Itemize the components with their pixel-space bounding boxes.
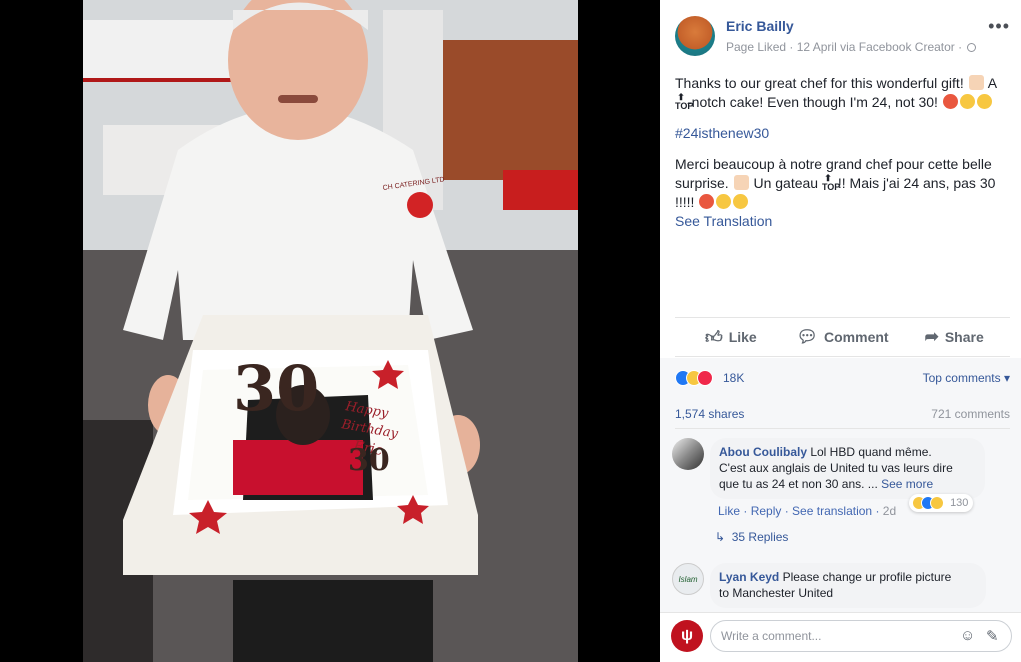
post-meta: Page Liked · 12 April via Facebook Creat… <box>726 40 977 54</box>
share-button[interactable]: ➦ Share <box>898 318 1010 356</box>
cake-small-number-text: 30 <box>348 443 390 478</box>
comment-timestamp[interactable]: 2d <box>883 504 896 518</box>
comment-label: Comment <box>824 329 889 345</box>
globe-icon <box>967 43 977 53</box>
angry-face-emoji-icon <box>699 194 715 209</box>
shares-count-link[interactable]: 1,574 shares <box>675 407 744 421</box>
like-label: Like <box>728 329 757 345</box>
thumbs-up-icon: 👍︎ <box>704 327 723 347</box>
share-label: Share <box>944 329 984 345</box>
photo-illustration: 30 Happy Birthday Eric 30 CH CATERING LT… <box>83 0 578 662</box>
comment-text-line1: Please change ur profile picture <box>779 570 952 584</box>
hashtag-link[interactable]: #24isthenew30 <box>675 125 769 141</box>
top-comments-dropdown[interactable]: Top comments ▾ <box>923 371 1010 385</box>
post-meta-text: Page Liked · 12 April via Facebook Creat… <box>726 40 966 54</box>
page-avatar[interactable] <box>675 16 715 56</box>
comment-see-translation-link[interactable]: See translation <box>792 504 872 518</box>
reactions-summary: 18K Top comments ▾ <box>675 368 1010 388</box>
post-action-bar: 👍︎ Like 💬︎ Comment ➦ Share <box>675 317 1010 357</box>
comments-count-link[interactable]: 721 comments <box>931 407 1010 421</box>
laughing-face-emoji-icon <box>733 194 749 209</box>
post-paragraph-french: Merci beaucoup à notre grand chef pour c… <box>675 155 1010 212</box>
page-name-link[interactable]: Eric Bailly <box>726 18 794 34</box>
commenter-avatar[interactable] <box>672 438 704 470</box>
clapping-hands-emoji-icon <box>733 175 749 190</box>
top-arrow-emoji-icon: ⬆ TOP <box>675 92 694 111</box>
comment-text-line2: to Manchester United <box>719 586 834 600</box>
photo-viewer-stage: 30 Happy Birthday Eric 30 CH CATERING LT… <box>0 0 660 662</box>
comment-bubble: Abou Coulibaly Lol HBD quand même. C'est… <box>710 438 985 499</box>
reply-arrow-icon: ↳ <box>715 530 726 544</box>
replies-label: 35 Replies <box>731 530 789 544</box>
top-arrow-emoji-icon: ⬆ TOP <box>821 173 841 192</box>
clapping-hands-emoji-icon <box>968 75 984 90</box>
comment-text-line3: que tu as 24 et non 30 ans. ... <box>719 477 882 491</box>
post-photo[interactable]: 30 Happy Birthday Eric 30 CH CATERING LT… <box>83 0 578 662</box>
view-replies-link[interactable]: ↳ 35 Replies <box>715 530 788 544</box>
commenter-avatar[interactable]: Islam <box>672 563 704 595</box>
comment-reactions[interactable]: 130 <box>909 494 974 512</box>
love-reaction-icon <box>697 369 713 386</box>
wow-reaction-icon <box>930 496 944 510</box>
post-text-line1c: -notch cake! Even though I'm 24, not 30! <box>687 94 942 110</box>
cake-number-text: 30 <box>233 352 319 425</box>
reaction-icons[interactable] <box>675 369 713 387</box>
post-header: Eric Bailly Page Liked · 12 April via Fa… <box>675 14 1010 58</box>
avatar-text: Islam <box>678 574 698 584</box>
comment-reply-link[interactable]: Reply <box>751 504 782 518</box>
like-button[interactable]: 👍︎ Like <box>675 318 787 356</box>
post-text: Thanks to our great chef for this wonder… <box>675 74 1010 231</box>
post-side-panel: Eric Bailly Page Liked · 12 April via Fa… <box>660 0 1021 662</box>
comment-composer: ψ Write a comment... ☺ ✎ <box>660 612 1021 662</box>
post-paragraph-english: Thanks to our great chef for this wonder… <box>675 74 1010 112</box>
more-options-icon[interactable]: ••• <box>988 16 1010 37</box>
post-text-fr2: Un gateau <box>749 175 822 191</box>
commenter-name[interactable]: Abou Coulibaly <box>719 445 807 459</box>
see-more-link[interactable]: See more <box>881 477 933 491</box>
laughing-face-emoji-icon <box>959 94 975 109</box>
commenter-name[interactable]: Lyan Keyd <box>719 570 779 584</box>
shares-comments-row: 1,574 shares 721 comments <box>675 404 1010 424</box>
current-user-avatar[interactable]: ψ <box>671 620 703 652</box>
comment-reaction-count: 130 <box>950 496 969 509</box>
reactions-count[interactable]: 18K <box>723 371 744 385</box>
see-translation-link[interactable]: See Translation <box>675 212 1010 231</box>
share-arrow-icon: ➦ <box>924 327 939 346</box>
comment-bubble: Lyan Keyd Please change ur profile pictu… <box>710 563 986 608</box>
angry-face-emoji-icon <box>942 94 958 109</box>
emoji-picker-icon[interactable]: ☺ <box>960 627 975 644</box>
post-text-line1b: A <box>984 75 997 91</box>
sticker-icon[interactable]: ✎ <box>986 627 999 645</box>
comment-like-link[interactable]: Like <box>718 504 740 518</box>
comment-button[interactable]: 💬︎ Comment <box>787 318 899 356</box>
comment-actions: Like · Reply · See translation · 2d <box>718 504 897 518</box>
laughing-face-emoji-icon <box>976 94 992 109</box>
post-text-line1a: Thanks to our great chef for this wonder… <box>675 75 968 91</box>
divider <box>675 428 1010 429</box>
speech-bubble-icon: 💬︎ <box>796 327 819 346</box>
laughing-face-emoji-icon <box>716 194 732 209</box>
comment-text-line2: C'est aux anglais de United tu vas leurs… <box>719 461 953 475</box>
comment-text-line1: Lol HBD quand même. <box>807 445 932 459</box>
